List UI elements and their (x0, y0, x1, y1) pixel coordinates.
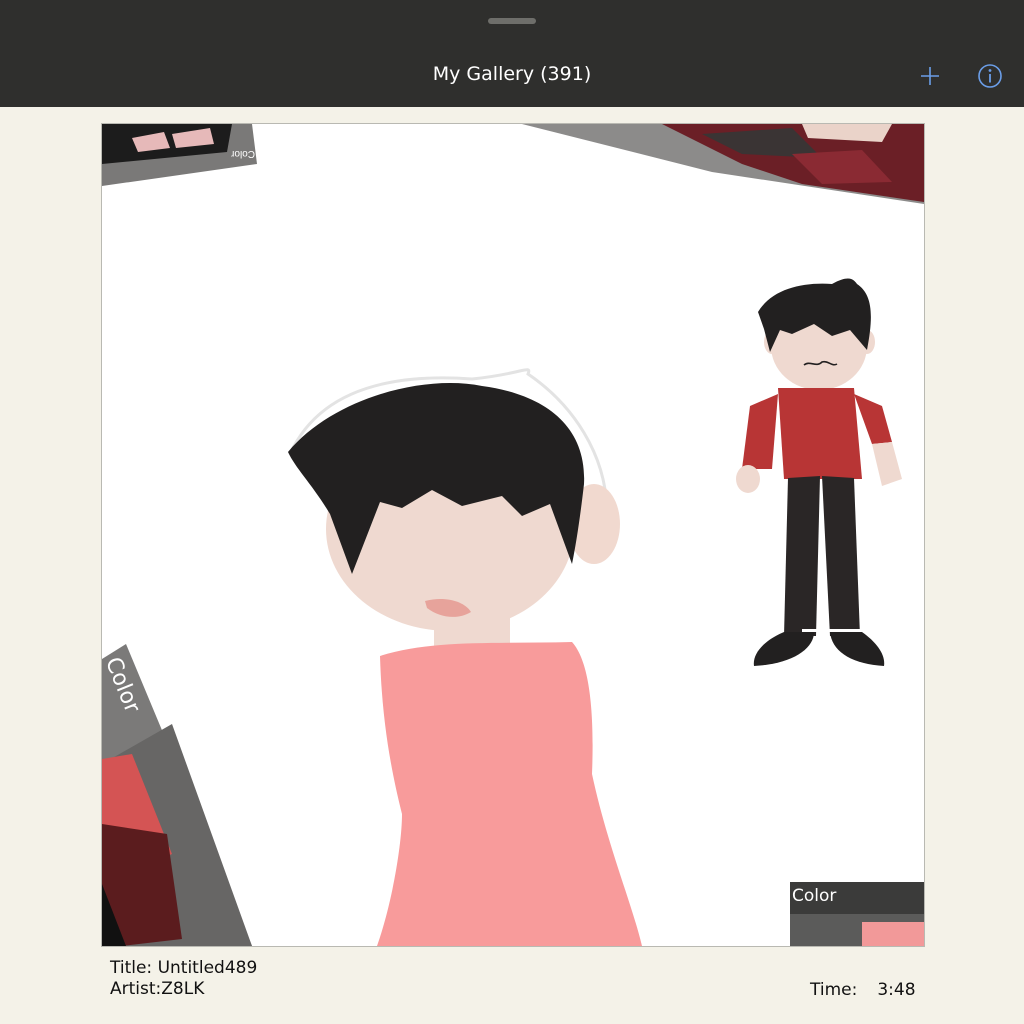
artwork-fragment-bottom-right: Color (790, 882, 924, 946)
artwork-artist-row: Artist:Z8LK (110, 979, 257, 1000)
add-button[interactable] (914, 60, 946, 92)
artwork-fragment-top-left: Color (102, 124, 257, 186)
artwork-time-label: Time: (810, 980, 858, 1000)
gallery-title: My Gallery (391) (432, 63, 592, 85)
panel-label-top: Color (230, 148, 255, 159)
info-button[interactable] (974, 60, 1006, 92)
info-icon (978, 64, 1002, 88)
panel-label-bottom: Color (792, 886, 836, 906)
artwork-artist-value: Z8LK (161, 979, 205, 999)
artwork-time-value: 3:48 (877, 980, 916, 1000)
artwork-drawing: Color Color Color (102, 124, 924, 946)
artwork-preview[interactable]: Color Color Color (101, 123, 925, 947)
plus-icon (921, 67, 939, 85)
artwork-fragment-top-right (522, 124, 924, 204)
artwork-time: Time: 3:48 (810, 980, 916, 1001)
sheet-grabber-handle[interactable] (488, 18, 536, 24)
artwork-info: Title: Untitled489 Artist:Z8LK (110, 958, 257, 1000)
artwork-title-row: Title: Untitled489 (110, 958, 257, 979)
large-character (288, 368, 642, 946)
small-character (736, 278, 902, 666)
artwork-title-value: Untitled489 (157, 958, 258, 978)
artwork-fragment-bottom-left: Color (102, 644, 252, 946)
artwork-artist-label: Artist: (110, 979, 162, 999)
gallery-header: My Gallery (391) (0, 0, 1024, 107)
artwork-title-label: Title: (110, 958, 158, 978)
